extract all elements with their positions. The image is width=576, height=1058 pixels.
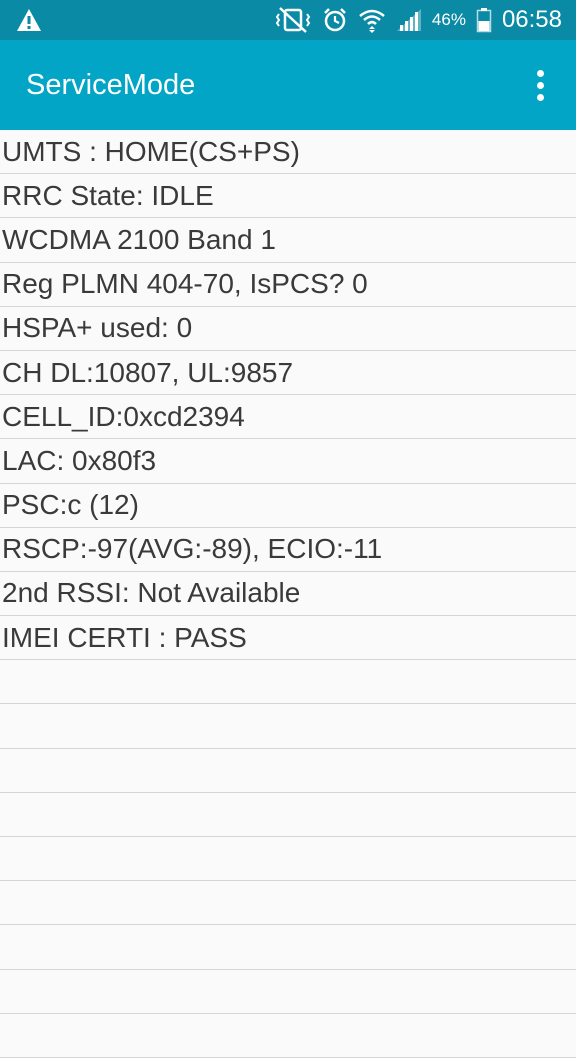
list-item: HSPA+ used: 0 [0, 307, 576, 351]
list-item: WCDMA 2100 Band 1 [0, 218, 576, 263]
list-item: IMEI CERTI : PASS [0, 616, 576, 661]
vibrate-mute-icon [274, 7, 312, 33]
list-item [0, 881, 576, 926]
battery-percent: 46% [431, 10, 466, 29]
list-item: CELL_ID:0xcd2394 [0, 395, 576, 440]
clock: 06:58 [501, 6, 562, 33]
list-item: PSC:c (12) [0, 484, 576, 528]
list-item [0, 793, 576, 837]
list-item [0, 1014, 576, 1058]
status-bar: 46% 06:58 [0, 0, 576, 40]
list-item: LAC: 0x80f3 [0, 439, 576, 484]
list-item: RRC State: IDLE [0, 174, 576, 219]
signal-icon [396, 8, 422, 32]
list-item: Reg PLMN 404-70, IsPCS? 0 [0, 263, 576, 307]
app-title: ServiceMode [26, 68, 196, 101]
list-item [0, 704, 576, 749]
alarm-icon [322, 7, 348, 33]
list-item: UMTS : HOME(CS+PS) [0, 130, 576, 175]
more-vert-icon[interactable] [520, 55, 560, 115]
list-item [0, 925, 576, 970]
list-item: RSCP:-97(AVG:-89), ECIO:-11 [0, 528, 576, 572]
list-item: CH DL:10807, UL:9857 [0, 351, 576, 396]
list-item [0, 970, 576, 1014]
list-item [0, 660, 576, 705]
battery-icon [476, 7, 492, 33]
list-item [0, 749, 576, 793]
warning-icon [16, 8, 42, 32]
wifi-icon [358, 6, 386, 34]
list-item [0, 837, 576, 882]
app-bar: ServiceMode [0, 40, 576, 130]
service-info-list: UMTS : HOME(CS+PS) RRC State: IDLE WCDMA 2… [0, 130, 576, 1058]
list-item: 2nd RSSI: Not Available [0, 572, 576, 617]
